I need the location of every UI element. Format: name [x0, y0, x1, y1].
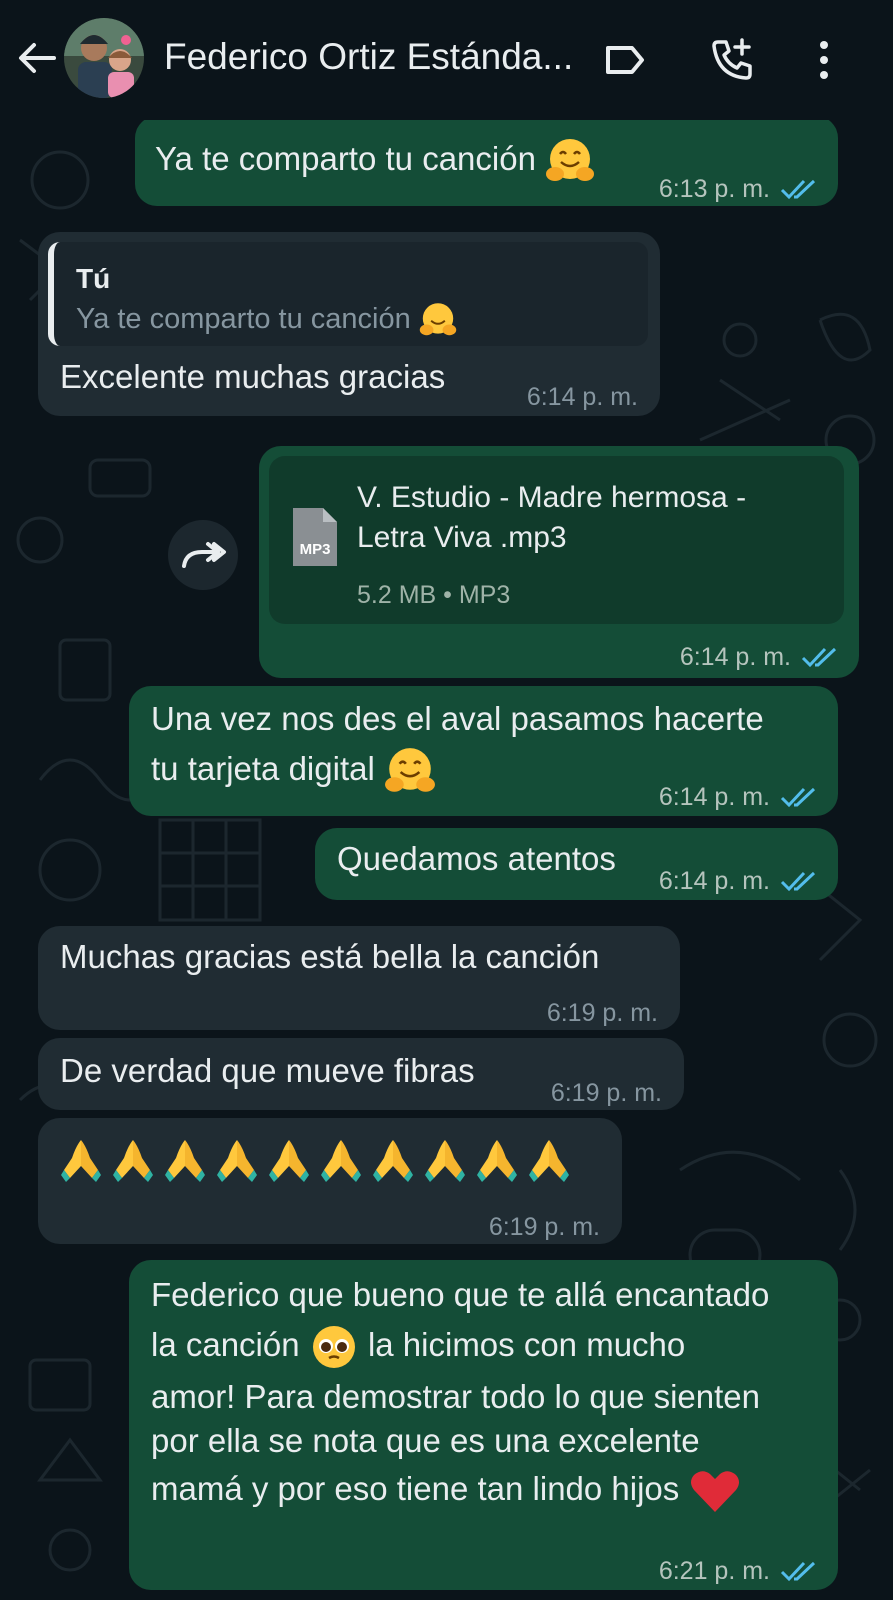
- read-ticks-icon: [801, 647, 837, 668]
- read-ticks-icon: [780, 871, 816, 892]
- message-line: la hicimos con mucho: [367, 1326, 686, 1363]
- quoted-message[interactable]: Tú Ya te comparto tu canción: [48, 242, 648, 346]
- incoming-message[interactable]: Tú Ya te comparto tu canción Excelente m…: [38, 232, 660, 416]
- incoming-message[interactable]: Muchas gracias está bella la canción 6:1…: [38, 926, 680, 1030]
- message-line: la canción: [151, 1326, 300, 1363]
- message-text: Ya te comparto tu canción: [155, 140, 536, 177]
- contact-name[interactable]: Federico Ortiz Estánda...: [164, 36, 594, 78]
- folded-hands-emoji: [373, 1140, 413, 1182]
- chat-header: Federico Ortiz Estánda...: [0, 0, 893, 120]
- folded-hands-emoji: [217, 1140, 257, 1182]
- outgoing-message[interactable]: Federico que bueno que te allá encantado…: [129, 1260, 838, 1590]
- file-type-badge: MP3: [300, 541, 331, 558]
- folded-hands-emoji: [269, 1140, 309, 1182]
- quote-text: Ya te comparto tu canción: [76, 303, 411, 335]
- forward-icon: [182, 542, 226, 568]
- message-line: por ella se nota que es una excelente: [151, 1422, 700, 1459]
- red-heart-emoji: [691, 1471, 740, 1513]
- read-ticks-icon: [780, 1561, 816, 1582]
- mp3-file-icon: MP3: [293, 508, 337, 566]
- outgoing-message[interactable]: Una vez nos des el aval pasamos hacerte …: [129, 686, 838, 816]
- add-call-icon[interactable]: [708, 36, 756, 84]
- message-time: 6:14 p. m.: [680, 632, 839, 682]
- message-text: De verdad que mueve fibras: [60, 1052, 475, 1089]
- file-card[interactable]: MP3 V. Estudio - Madre hermosa - Letra V…: [269, 456, 844, 624]
- message-time: 6:21 p. m.: [659, 1546, 818, 1596]
- message-text: Quedamos atentos: [337, 840, 616, 877]
- folded-hands-emoji-row: [60, 1136, 570, 1186]
- outgoing-message[interactable]: Ya te comparto tu canción 6:13 p. m.: [135, 120, 838, 206]
- message-time: 6:19 p. m.: [488, 1213, 600, 1241]
- folded-hands-emoji: [425, 1140, 465, 1182]
- message-time: 6:13 p. m.: [659, 164, 818, 214]
- hugging-face-emoji: [419, 303, 457, 336]
- contact-avatar[interactable]: [64, 18, 144, 98]
- folded-hands-emoji: [61, 1140, 101, 1182]
- more-vert-icon[interactable]: [800, 36, 848, 84]
- read-ticks-icon: [780, 179, 816, 200]
- folded-hands-emoji: [113, 1140, 153, 1182]
- message-time: 6:19 p. m.: [550, 1079, 662, 1107]
- folded-hands-emoji: [529, 1140, 569, 1182]
- hugging-face-emoji: [546, 139, 595, 182]
- incoming-message[interactable]: De verdad que mueve fibras 6:19 p. m.: [38, 1038, 684, 1110]
- hugging-face-emoji: [385, 748, 435, 793]
- back-arrow-icon[interactable]: [14, 36, 58, 80]
- pleading-face-emoji: [312, 1326, 355, 1369]
- folded-hands-emoji: [477, 1140, 517, 1182]
- label-icon[interactable]: [600, 36, 648, 84]
- message-line: tu tarjeta digital: [151, 750, 375, 787]
- outgoing-message[interactable]: Quedamos atentos 6:14 p. m.: [315, 828, 838, 900]
- message-time: 6:19 p. m.: [546, 999, 658, 1027]
- message-line: mamá y por eso tiene tan lindo hijos: [151, 1470, 680, 1507]
- message-text: Excelente muchas gracias: [60, 358, 446, 395]
- incoming-message[interactable]: 6:19 p. m.: [38, 1118, 622, 1244]
- message-time: 6:14 p. m.: [659, 772, 818, 822]
- forward-button[interactable]: [168, 520, 238, 590]
- folded-hands-emoji: [165, 1140, 205, 1182]
- message-line: Una vez nos des el aval pasamos hacerte: [151, 700, 764, 737]
- chat-area[interactable]: Ya te comparto tu canción 6:13 p. m. Tú …: [0, 120, 893, 1600]
- read-ticks-icon: [780, 787, 816, 808]
- message-line: Federico que bueno que te allá encantado: [151, 1276, 770, 1313]
- file-name: V. Estudio - Madre hermosa - Letra Viva …: [357, 481, 747, 554]
- message-text: Muchas gracias está bella la canción: [60, 938, 600, 975]
- folded-hands-emoji: [321, 1140, 361, 1182]
- message-time: 6:14 p. m.: [659, 856, 818, 906]
- file-meta: 5.2 MB • MP3: [357, 581, 511, 609]
- message-time: 6:14 p. m.: [526, 383, 638, 411]
- message-line: amor! Para demostrar todo lo que sienten: [151, 1378, 761, 1415]
- outgoing-file-message[interactable]: MP3 V. Estudio - Madre hermosa - Letra V…: [259, 446, 859, 678]
